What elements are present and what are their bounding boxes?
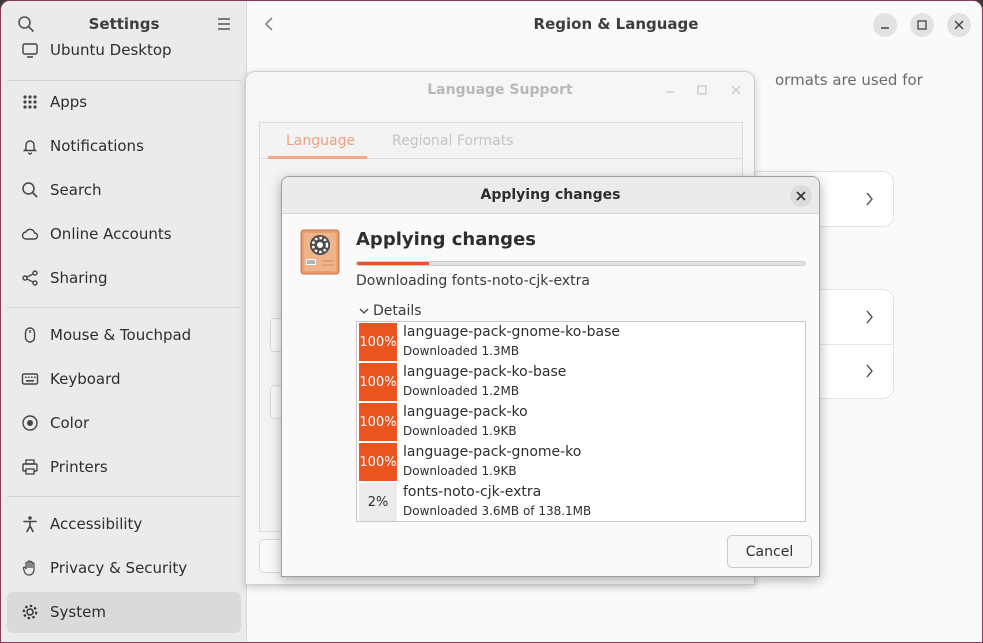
- sidebar-item-label: Mouse & Touchpad: [50, 326, 192, 344]
- sidebar-item-online-accounts[interactable]: Online Accounts: [7, 214, 241, 255]
- sidebar-item-system[interactable]: System: [7, 592, 241, 633]
- cancel-button[interactable]: Cancel: [727, 535, 812, 568]
- overall-progress-bar: [356, 261, 806, 266]
- language-support-tabs: Language Regional Formats: [260, 123, 742, 159]
- download-package-name: language-pack-gnome-ko-base: [403, 324, 621, 340]
- close-icon: [954, 20, 964, 30]
- search-icon: [22, 182, 38, 198]
- tab-regional-formats[interactable]: Regional Formats: [392, 133, 513, 149]
- download-percent-badge: 100%: [359, 323, 397, 361]
- sidebar-item-label: Color: [50, 414, 90, 432]
- sidebar-item-keyboard[interactable]: Keyboard: [7, 359, 241, 400]
- download-percent-badge: 100%: [359, 403, 397, 441]
- minimize-icon[interactable]: [664, 84, 676, 96]
- sidebar-item-label: Sharing: [50, 269, 108, 287]
- bell-icon: [22, 140, 38, 155]
- download-package-name: language-pack-gnome-ko: [403, 444, 582, 460]
- download-percent-badge: 100%: [359, 443, 397, 481]
- tab-language[interactable]: Language: [286, 133, 355, 149]
- sidebar-item-label: Accessibility: [50, 515, 143, 533]
- close-button[interactable]: [947, 13, 971, 37]
- accessibility-icon: [23, 516, 37, 533]
- sidebar-separator: [7, 496, 241, 497]
- cloud-icon: [21, 228, 39, 240]
- dialog-status-text: Downloading fonts-noto-cjk-extra: [356, 273, 590, 289]
- sidebar-item-sharing[interactable]: Sharing: [7, 258, 241, 299]
- package-icon: [300, 229, 340, 275]
- chevron-right-icon: [866, 192, 873, 206]
- download-percent-badge: 2%: [359, 483, 397, 521]
- dialog-title: Applying changes: [480, 187, 621, 203]
- close-icon[interactable]: [730, 84, 742, 96]
- ubuntu-desktop-icon: [22, 43, 38, 58]
- dialog-close-button[interactable]: [790, 185, 812, 207]
- sidebar-item-notifications[interactable]: Notifications: [7, 126, 241, 167]
- sidebar-separator: [7, 307, 241, 308]
- download-row: 2% fonts-noto-cjk-extra Downloaded 3.6MB…: [359, 482, 803, 521]
- maximize-button[interactable]: [910, 13, 934, 37]
- sidebar-item-label: Keyboard: [50, 370, 121, 388]
- share-icon: [22, 270, 38, 286]
- apps-grid-icon: [23, 95, 37, 109]
- download-size-text: Downloaded 3.6MB of 138.1MB: [403, 504, 592, 518]
- details-expander[interactable]: Details: [358, 303, 422, 319]
- region-description-text: ormats are used for: [775, 71, 923, 89]
- sidebar-item-mouse-touchpad[interactable]: Mouse & Touchpad: [7, 315, 241, 356]
- sidebar-item-accessibility[interactable]: Accessibility: [7, 504, 241, 545]
- download-package-name: fonts-noto-cjk-extra: [403, 484, 542, 500]
- keyboard-icon: [21, 373, 39, 385]
- details-label: Details: [373, 303, 422, 319]
- download-row: 100% language-pack-ko-base Downloaded 1.…: [359, 362, 803, 401]
- download-row: 100% language-pack-ko Downloaded 1.9KB: [359, 402, 803, 441]
- minimize-button[interactable]: [873, 13, 897, 37]
- download-row: 100% language-pack-gnome-ko-base Downloa…: [359, 322, 803, 361]
- sidebar-item-printers[interactable]: Printers: [7, 447, 241, 488]
- download-size-text: Downloaded 1.9KB: [403, 464, 517, 478]
- download-size-text: Downloaded 1.3MB: [403, 344, 520, 358]
- sidebar-item-privacy-security[interactable]: Privacy & Security: [7, 548, 241, 589]
- sidebar-item-ubuntu-desktop[interactable]: Ubuntu Desktop: [7, 30, 241, 71]
- gear-icon: [22, 604, 38, 620]
- close-icon: [796, 191, 806, 201]
- color-icon: [22, 415, 38, 431]
- download-size-text: Downloaded 1.2MB: [403, 384, 520, 398]
- dialog-header: Applying changes: [282, 177, 819, 214]
- sidebar-item-label: Search: [50, 181, 102, 199]
- mouse-icon: [24, 327, 36, 343]
- chevron-right-icon[interactable]: [864, 362, 874, 380]
- language-support-title: Language Support: [427, 82, 573, 98]
- sidebar-item-label: Privacy & Security: [50, 559, 188, 577]
- sidebar-item-label: System: [50, 603, 106, 621]
- sidebar-item-color[interactable]: Color: [7, 403, 241, 444]
- applying-changes-dialog: Applying changes Applying changes Downlo…: [281, 176, 820, 577]
- download-package-name: language-pack-ko: [403, 404, 528, 420]
- sidebar-item-label: Printers: [50, 458, 108, 476]
- download-list[interactable]: 100% language-pack-gnome-ko-base Downloa…: [356, 321, 806, 522]
- sidebar-item-label: Notifications: [50, 137, 144, 155]
- dialog-heading: Applying changes: [356, 229, 536, 250]
- main-header: Region & Language: [248, 1, 982, 48]
- sidebar-item-apps[interactable]: Apps: [7, 82, 241, 123]
- download-size-text: Downloaded 1.9KB: [403, 424, 517, 438]
- maximize-icon: [917, 20, 927, 30]
- chevron-down-icon: [359, 308, 369, 314]
- download-package-name: language-pack-ko-base: [403, 364, 567, 380]
- active-tab-indicator: [268, 156, 367, 159]
- sidebar-item-label: Apps: [50, 93, 88, 111]
- maximize-icon[interactable]: [696, 84, 708, 96]
- download-percent-badge: 100%: [359, 363, 397, 401]
- chevron-right-icon[interactable]: [864, 308, 874, 326]
- sidebar-separator: [7, 80, 241, 81]
- hand-icon: [22, 560, 35, 576]
- download-row: 100% language-pack-gnome-ko Downloaded 1…: [359, 442, 803, 481]
- sidebar: Settings Ubuntu Desktop Apps Notificatio…: [1, 1, 247, 642]
- printer-icon: [22, 459, 38, 475]
- minimize-icon: [881, 27, 889, 29]
- sidebar-item-search[interactable]: Search: [7, 170, 241, 211]
- sidebar-item-label: Ubuntu Desktop: [50, 41, 172, 59]
- progress-fill: [357, 262, 429, 265]
- sidebar-item-label: Online Accounts: [50, 225, 172, 243]
